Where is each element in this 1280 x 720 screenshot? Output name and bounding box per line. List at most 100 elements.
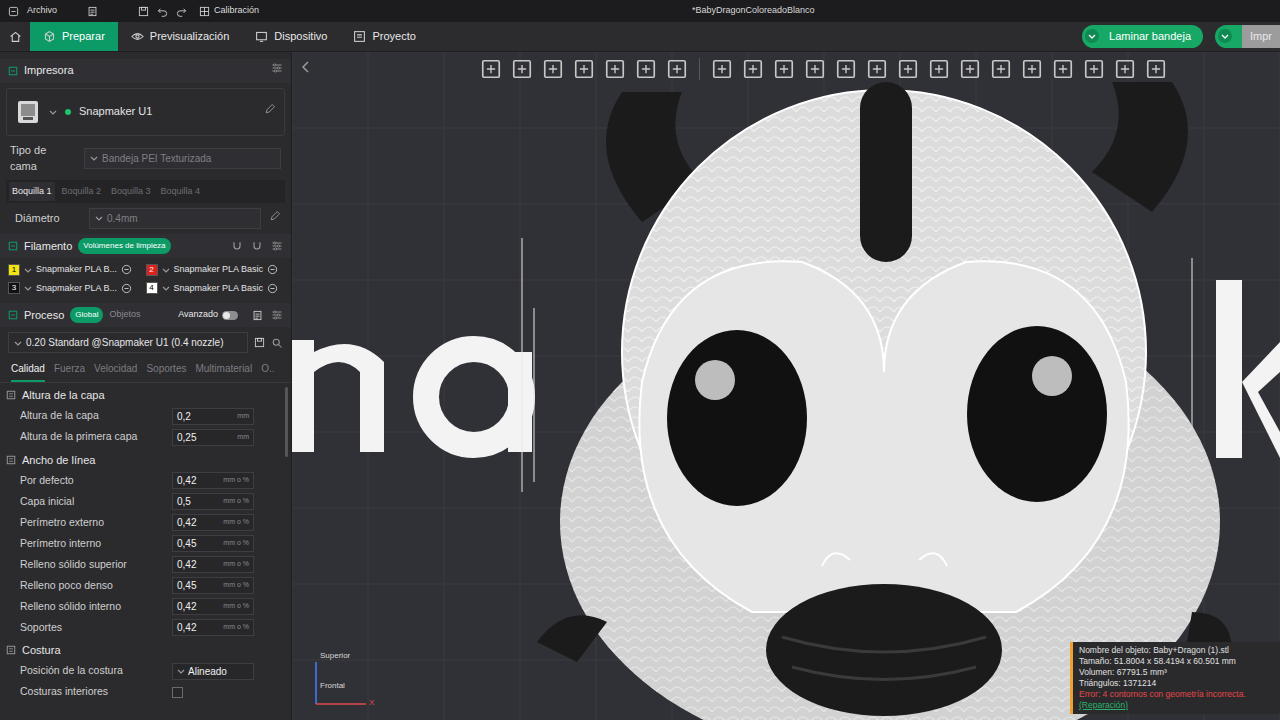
remove-icon[interactable] [267,283,278,294]
printer-card[interactable]: Snapmaker U1 [6,88,285,136]
process-tab[interactable]: Fuerza [54,359,85,382]
nozzle-tab[interactable]: Boquilla 3 [108,182,154,202]
document-list-icon[interactable] [87,6,98,17]
sync-icon[interactable] [231,240,243,252]
calibration-icon [199,6,210,17]
seam-paint-icon[interactable] [928,58,950,80]
color-paint-icon[interactable] [990,58,1012,80]
layers-icon[interactable] [666,58,688,80]
slice-button[interactable]: Laminar bandeja [1082,25,1203,48]
boolean-icon[interactable] [866,58,888,80]
filament-color-swatch[interactable]: 2 [146,264,158,276]
process-tab[interactable]: Velocidad [94,359,137,382]
object-info-line: Nombre del objeto: Baby+Dragon (1).stl [1079,645,1276,656]
redo-icon[interactable] [176,6,187,17]
home-button[interactable] [0,22,30,51]
file-menu[interactable]: Archivo [27,4,57,18]
main-tab[interactable]: Proyecto [340,22,428,51]
setting-input[interactable]: 0,42mm o % [172,514,254,531]
main-tab[interactable]: Preparar [30,22,118,51]
model-render[interactable] [292,52,1280,720]
orient-icon[interactable] [573,58,595,80]
setting-input[interactable]: 0,42mm o % [172,556,254,573]
bed-type-select[interactable]: Bandeja PEI Texturizada [84,148,281,169]
3d-viewport[interactable]: SuperiorFrontalX Nombre del objeto: Baby+… [292,52,1280,720]
nozzle-tab[interactable]: Boquilla 4 [158,182,204,202]
variable-height-icon[interactable] [1145,58,1167,80]
remove-icon[interactable] [121,283,132,294]
filament-color-swatch[interactable]: 4 [146,282,158,294]
save-icon[interactable] [254,337,265,348]
edit-diameter[interactable] [269,210,281,227]
split-objects-icon[interactable] [604,58,626,80]
process-tab[interactable]: O.. [261,359,274,382]
diameter-select[interactable]: 0.4mm [89,208,261,229]
lay-on-face-icon[interactable] [804,58,826,80]
setting-row: Perímetro interno0,45mm o % [0,533,281,554]
undo-icon[interactable] [157,6,168,17]
sliders-icon[interactable] [271,309,283,321]
save-icon[interactable] [138,6,149,17]
print-dropdown[interactable] [1218,29,1232,43]
process-tab[interactable]: Multimaterial [195,359,252,382]
support-paint-icon[interactable] [897,58,919,80]
process-scope[interactable]: Global [70,307,103,323]
scale-icon[interactable] [773,58,795,80]
preset-select[interactable]: 0.20 Standard @Snapmaker U1 (0.4 nozzle) [8,332,248,353]
measure-icon[interactable] [1021,58,1043,80]
filament-item[interactable]: 2Snapmaker PLA Basic [146,263,284,277]
filament-color-swatch[interactable]: 3 [8,282,20,294]
sliders-icon[interactable] [271,240,283,252]
filament-item[interactable]: 1Snapmaker PLA B... [8,263,146,277]
setting-checkbox[interactable] [172,687,183,698]
remove-icon[interactable] [121,264,132,275]
setting-input[interactable]: 0,42mm o % [172,619,254,636]
move-icon[interactable] [711,58,733,80]
process-scope[interactable]: Objetos [109,308,140,322]
nozzle-tab[interactable]: Boquilla 2 [59,182,105,202]
printer-settings[interactable] [271,62,283,79]
add-filament-icon[interactable] [251,240,263,252]
setting-input[interactable]: 0,5mm o % [172,493,254,510]
process-tab[interactable]: Calidad [11,359,45,382]
assembly-icon[interactable] [1083,58,1105,80]
setting-input[interactable]: 0,45mm o % [172,535,254,552]
nozzle-tab[interactable]: Boquilla 1 [9,182,55,202]
calibration-menu[interactable]: Calibración [199,4,259,18]
setting-input[interactable]: 0,42mm o % [172,598,254,615]
rotate-icon[interactable] [742,58,764,80]
add-cube-icon[interactable] [480,58,502,80]
setting-input[interactable]: 0,42mm o % [172,472,254,489]
filament-item[interactable]: 3Snapmaker PLA B... [8,282,146,296]
brim-ears-icon[interactable] [1114,58,1136,80]
compare-icon[interactable] [252,309,263,321]
collapse-sidebar[interactable] [301,58,311,75]
setting-row: Capa inicial0,5mm o % [0,491,281,512]
filament-item[interactable]: 4Snapmaker PLA Basic [146,282,284,296]
purge-volumes-button[interactable]: Volúmenes de limpieza [78,238,170,254]
search-icon[interactable] [271,337,283,349]
remove-icon[interactable] [267,264,278,275]
grid-icon[interactable] [511,58,533,80]
setting-input[interactable]: 0,45mm o % [172,577,254,594]
orientation-gizmo[interactable]: SuperiorFrontalX [314,650,384,712]
cut-icon[interactable] [835,58,857,80]
main-tab[interactable]: Previsualización [118,22,242,51]
print-button[interactable]: Impr [1215,25,1280,48]
text-icon[interactable] [1052,58,1074,80]
advanced-toggle[interactable] [222,311,238,320]
scrollbar-thumb[interactable] [285,387,288,457]
setting-input[interactable]: 0,2mm [172,408,254,425]
repair-link[interactable]: (Reparación) [1079,700,1276,711]
main-tab[interactable]: Dispositivo [242,22,340,51]
setting-select[interactable]: Alineado [172,663,254,680]
edit-printer[interactable] [264,103,276,120]
split-parts-icon[interactable] [635,58,657,80]
slice-dropdown[interactable] [1085,29,1099,43]
filament-color-swatch[interactable]: 1 [8,264,20,276]
viewport-toolbar [480,58,1167,80]
arrange-icon[interactable] [542,58,564,80]
fuzzy-skin-icon[interactable] [959,58,981,80]
setting-input[interactable]: 0,25mm [172,429,254,446]
process-tab[interactable]: Soportes [146,359,186,382]
